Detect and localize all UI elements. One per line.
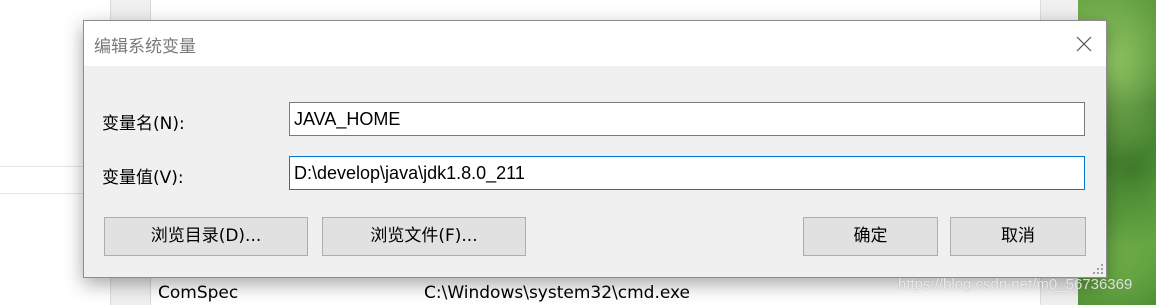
- variable-name-input[interactable]: [289, 102, 1085, 136]
- variable-value-cell: C:\Windows\system32\cmd.exe: [424, 283, 691, 303]
- cancel-button[interactable]: 取消: [950, 217, 1086, 256]
- watermark: https://blog.csdn.net/m0_56736369: [898, 276, 1133, 293]
- variable-value-input[interactable]: [289, 156, 1085, 190]
- edit-system-variable-dialog: 编辑系统变量 变量名(N): 变量值(V): 浏览目录(D)... 浏览文件(F…: [83, 20, 1107, 278]
- browse-file-button[interactable]: 浏览文件(F)...: [322, 217, 526, 256]
- browse-directory-button[interactable]: 浏览目录(D)...: [104, 217, 308, 256]
- dialog-titlebar[interactable]: 编辑系统变量: [84, 21, 1106, 66]
- resize-grip-icon[interactable]: [1092, 263, 1104, 275]
- dialog-title: 编辑系统变量: [94, 37, 196, 57]
- ok-button[interactable]: 确定: [803, 217, 938, 256]
- variable-value-label: 变量值(V):: [102, 168, 184, 188]
- close-icon: [1076, 36, 1092, 51]
- variable-name-label: 变量名(N):: [102, 114, 185, 134]
- variable-name-cell: ComSpec: [158, 283, 239, 303]
- close-button[interactable]: [1062, 21, 1106, 66]
